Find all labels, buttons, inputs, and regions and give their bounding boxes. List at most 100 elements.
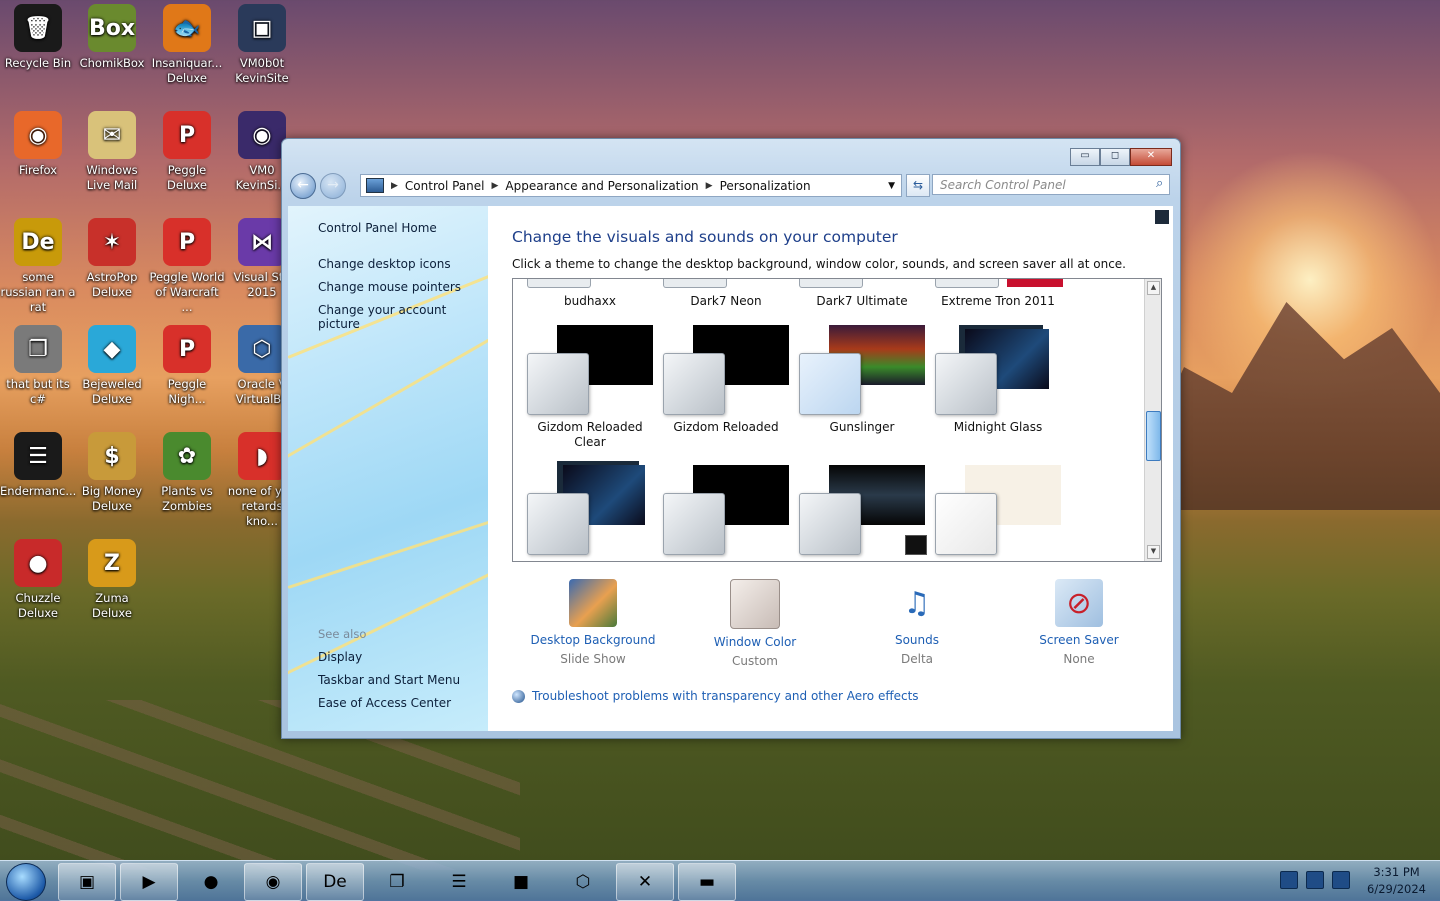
desktop-icon[interactable]: ❐ that but its c# [0,325,76,407]
desktop-icon[interactable]: De some russian ran a rat [0,218,76,315]
theme-preview-window[interactable] [527,353,589,415]
desktop-icon[interactable]: 🗑 Recycle Bin [0,4,76,71]
desktop-icon[interactable]: P Peggle World of Warcraft ... [149,218,225,315]
sounds-tool[interactable]: ♫ Sounds Delta [836,579,998,667]
theme-gizdom-reloaded-clear[interactable]: Gizdom Reloaded Clear [527,420,653,450]
see-also-display[interactable]: Display [318,650,362,664]
desktop-icon[interactable]: 🐟 Insaniquar... Deluxe [149,4,225,86]
window-color-tool[interactable]: Window Color Custom [674,579,836,668]
address-bar[interactable]: ▶ Control Panel ▶ Appearance and Persona… [360,174,902,197]
screen-saver-tool[interactable]: ⊘ Screen Saver None [998,579,1160,666]
forward-button[interactable]: → [320,173,346,199]
sidebar-change-account-picture[interactable]: Change your account picture [318,303,488,331]
desktop-icon[interactable]: P Peggle Deluxe [149,111,225,193]
shield-icon[interactable] [1280,871,1298,889]
theme-gunslinger[interactable]: Gunslinger [799,420,925,435]
breadcrumb-personalization[interactable]: Personalization [720,179,811,193]
desktop-icon[interactable]: Z Zuma Deluxe [74,539,150,621]
theme-preview-window[interactable] [935,353,997,415]
desktop-icon[interactable]: P Peggle Nigh... [149,325,225,407]
see-also-ease-of-access[interactable]: Ease of Access Center [318,696,451,710]
scroll-up-icon[interactable]: ▲ [1147,281,1160,295]
desktop-icon[interactable]: ✶ AstroPop Deluxe [74,218,150,300]
theme-preview-window[interactable] [527,493,589,555]
desktop-icon-label: Plants vs Zombies [161,484,213,513]
taskbar-item-chomikbox[interactable]: ■ [492,863,550,901]
scrollbar-thumb[interactable] [1146,411,1161,461]
refresh-button[interactable]: ⇆ [906,174,930,197]
desktop-icon-label: Recycle Bin [4,56,72,70]
scroll-down-icon[interactable]: ▼ [1147,545,1160,559]
close-button[interactable]: ✕ [1130,148,1172,166]
desktop-icon[interactable]: ◆ Bejeweled Deluxe [74,325,150,407]
address-dropdown-icon[interactable]: ▼ [888,181,895,191]
taskbar-item-firefox[interactable]: ◉ [244,863,302,901]
theme-thumb-partial[interactable] [799,279,863,288]
theme-budhaxx[interactable]: budhaxx [527,294,653,309]
search-input[interactable]: Search Control Panel [932,174,1170,195]
tool-label[interactable]: Sounds [836,633,998,647]
theme-midnight-glass[interactable]: Midnight Glass [935,420,1061,435]
theme-gizdom-reloaded[interactable]: Gizdom Reloaded [663,420,789,435]
desktop-icon[interactable]: Box ChomikBox [74,4,150,71]
theme-preview-window[interactable] [935,493,997,555]
desktop-icon[interactable]: ▣ VM0b0t KevinSite [224,4,300,86]
taskbar-item-globe[interactable]: ● [182,863,240,901]
desktop-icon-label: VM0b0t KevinSite [235,56,289,85]
tool-label[interactable]: Desktop Background [512,633,674,647]
start-button[interactable] [6,863,46,901]
sidebar-change-mouse-pointers[interactable]: Change mouse pointers [318,280,461,294]
tool-value: Slide Show [560,652,626,666]
theme-thumb-partial[interactable] [935,279,999,288]
tool-label[interactable]: Screen Saver [998,633,1160,647]
theme-preview-window[interactable] [663,493,725,555]
desktop-icon[interactable]: ✿ Plants vs Zombies [149,432,225,514]
minimize-button[interactable]: ▭ [1070,148,1100,166]
chomikbox-icon: ■ [512,872,530,892]
breadcrumb-appearance[interactable]: Appearance and Personalization [505,179,698,193]
taskbar-item-de[interactable]: De [306,863,364,901]
desktop-icon[interactable]: ◉ Firefox [0,111,76,178]
sidebar-control-panel-home[interactable]: Control Panel Home [318,221,437,235]
desktop-icon-label: Peggle World of Warcraft ... [149,270,225,314]
desktop-icon[interactable]: ✉ Windows Live Mail [74,111,150,193]
photo-stack-icon [569,579,617,627]
help-icon[interactable] [1155,210,1169,224]
desktop-icon[interactable]: ● Chuzzle Deluxe [0,539,76,621]
taskbar-item-xp[interactable]: ✕ [616,863,674,901]
taskbar-item-windows[interactable]: ❐ [368,863,426,901]
theme-list-scrollbar[interactable]: ▲ ▼ [1144,279,1161,561]
theme-dark7-ultimate[interactable]: Dark7 Ultimate [799,294,925,309]
theme-extreme-tron[interactable]: Extreme Tron 2011 [935,294,1061,309]
troubleshoot-link[interactable]: Troubleshoot problems with transparency … [512,689,919,703]
tool-label[interactable]: Window Color [674,635,836,649]
desktop-icon[interactable]: $ Big Money Deluxe [74,432,150,514]
maximize-button[interactable]: ◻ [1100,148,1130,166]
desktop-app-icon: ◉ [238,111,286,159]
network-icon[interactable] [1306,871,1324,889]
back-button[interactable]: ← [290,173,316,199]
desktop-icon-label: Insaniquar... Deluxe [151,56,223,85]
desktop-icon[interactable]: ☰ Endermanc... [0,432,76,499]
search-icon[interactable]: ⌕ [1156,176,1163,191]
breadcrumb-control-panel[interactable]: Control Panel [405,179,485,193]
sidebar: Control Panel Home Change desktop icons … [288,206,488,731]
volume-icon[interactable] [1332,871,1350,889]
taskbar-item-terminal[interactable]: ▣ [58,863,116,901]
theme-preview-window[interactable] [799,353,861,415]
see-also-taskbar[interactable]: Taskbar and Start Menu [318,673,460,687]
taskbar-item-list[interactable]: ☰ [430,863,488,901]
clock[interactable]: 3:31 PM 6/29/2024 [1367,864,1426,898]
desktop-background-tool[interactable]: Desktop Background Slide Show [512,579,674,666]
theme-preview-window[interactable] [799,493,861,555]
theme-dark7-neon[interactable]: Dark7 Neon [663,294,789,309]
taskbar-item-media-player[interactable]: ▶ [120,863,178,901]
theme-thumb-partial[interactable] [1007,279,1063,287]
sidebar-change-desktop-icons[interactable]: Change desktop icons [318,257,451,271]
theme-preview-window[interactable] [663,353,725,415]
taskbar-item-virtualbox[interactable]: ⬡ [554,863,612,901]
theme-thumb-partial[interactable] [527,279,591,288]
taskbar-item-control-panel[interactable]: ▬ [678,863,736,901]
theme-thumb-partial[interactable] [663,279,727,288]
troubleshoot-text[interactable]: Troubleshoot problems with transparency … [532,689,919,703]
